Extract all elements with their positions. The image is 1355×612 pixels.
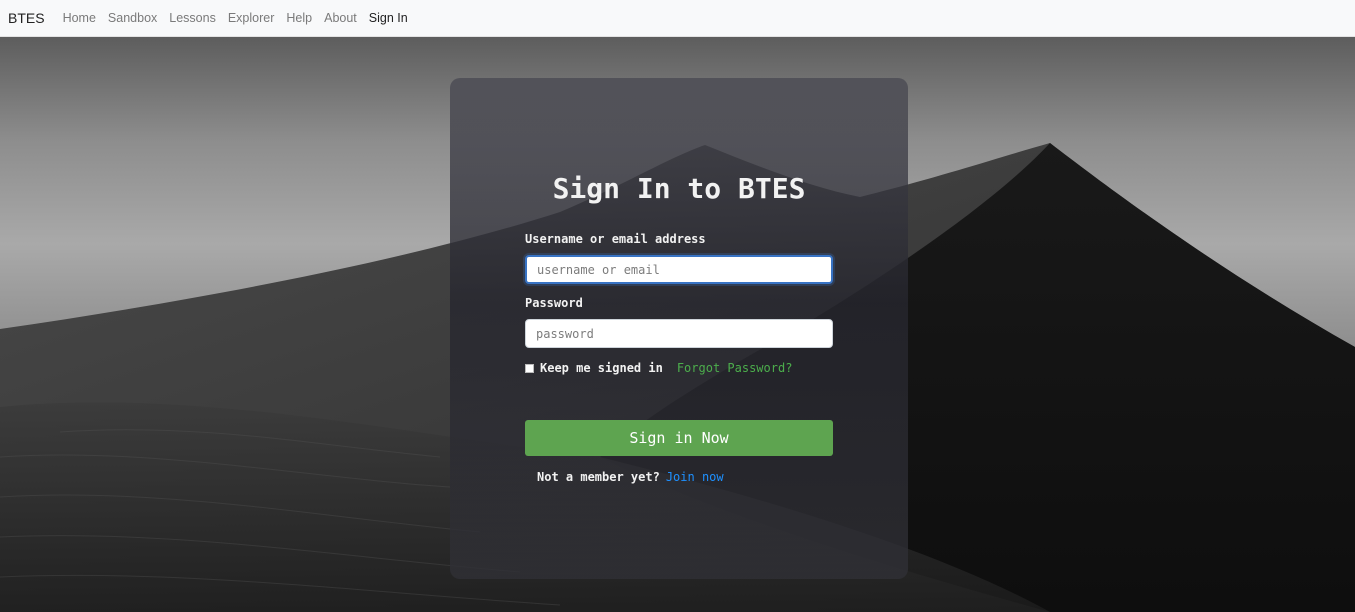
brand-logo[interactable]: BTES bbox=[8, 10, 45, 26]
member-prompt-row: Not a member yet? Join now bbox=[537, 470, 724, 484]
password-input[interactable] bbox=[525, 319, 833, 348]
sign-in-title: Sign In to BTES bbox=[552, 172, 806, 205]
nav-link-home[interactable]: Home bbox=[63, 11, 96, 25]
keep-signed-in-label[interactable]: Keep me signed in bbox=[540, 361, 663, 375]
username-input[interactable] bbox=[525, 255, 833, 284]
username-label: Username or email address bbox=[525, 232, 706, 246]
forgot-password-link[interactable]: Forgot Password? bbox=[677, 361, 793, 375]
nav-link-help[interactable]: Help bbox=[286, 11, 312, 25]
member-prompt-text: Not a member yet? bbox=[537, 470, 660, 484]
hero-background: Sign In to BTES Username or email addres… bbox=[0, 37, 1355, 612]
password-label: Password bbox=[525, 296, 583, 310]
nav-link-lessons[interactable]: Lessons bbox=[169, 11, 216, 25]
remember-row: Keep me signed in Forgot Password? bbox=[525, 361, 792, 375]
nav-link-about[interactable]: About bbox=[324, 11, 357, 25]
nav-link-sandbox[interactable]: Sandbox bbox=[108, 11, 157, 25]
join-now-link[interactable]: Join now bbox=[666, 470, 724, 484]
sign-in-card: Sign In to BTES Username or email addres… bbox=[450, 78, 908, 579]
top-navbar: BTES Home Sandbox Lessons Explorer Help … bbox=[0, 0, 1355, 37]
nav-link-explorer[interactable]: Explorer bbox=[228, 11, 275, 25]
keep-signed-in-checkbox[interactable] bbox=[525, 363, 534, 373]
nav-link-sign-in[interactable]: Sign In bbox=[369, 11, 408, 25]
sign-in-button[interactable]: Sign in Now bbox=[525, 420, 833, 456]
